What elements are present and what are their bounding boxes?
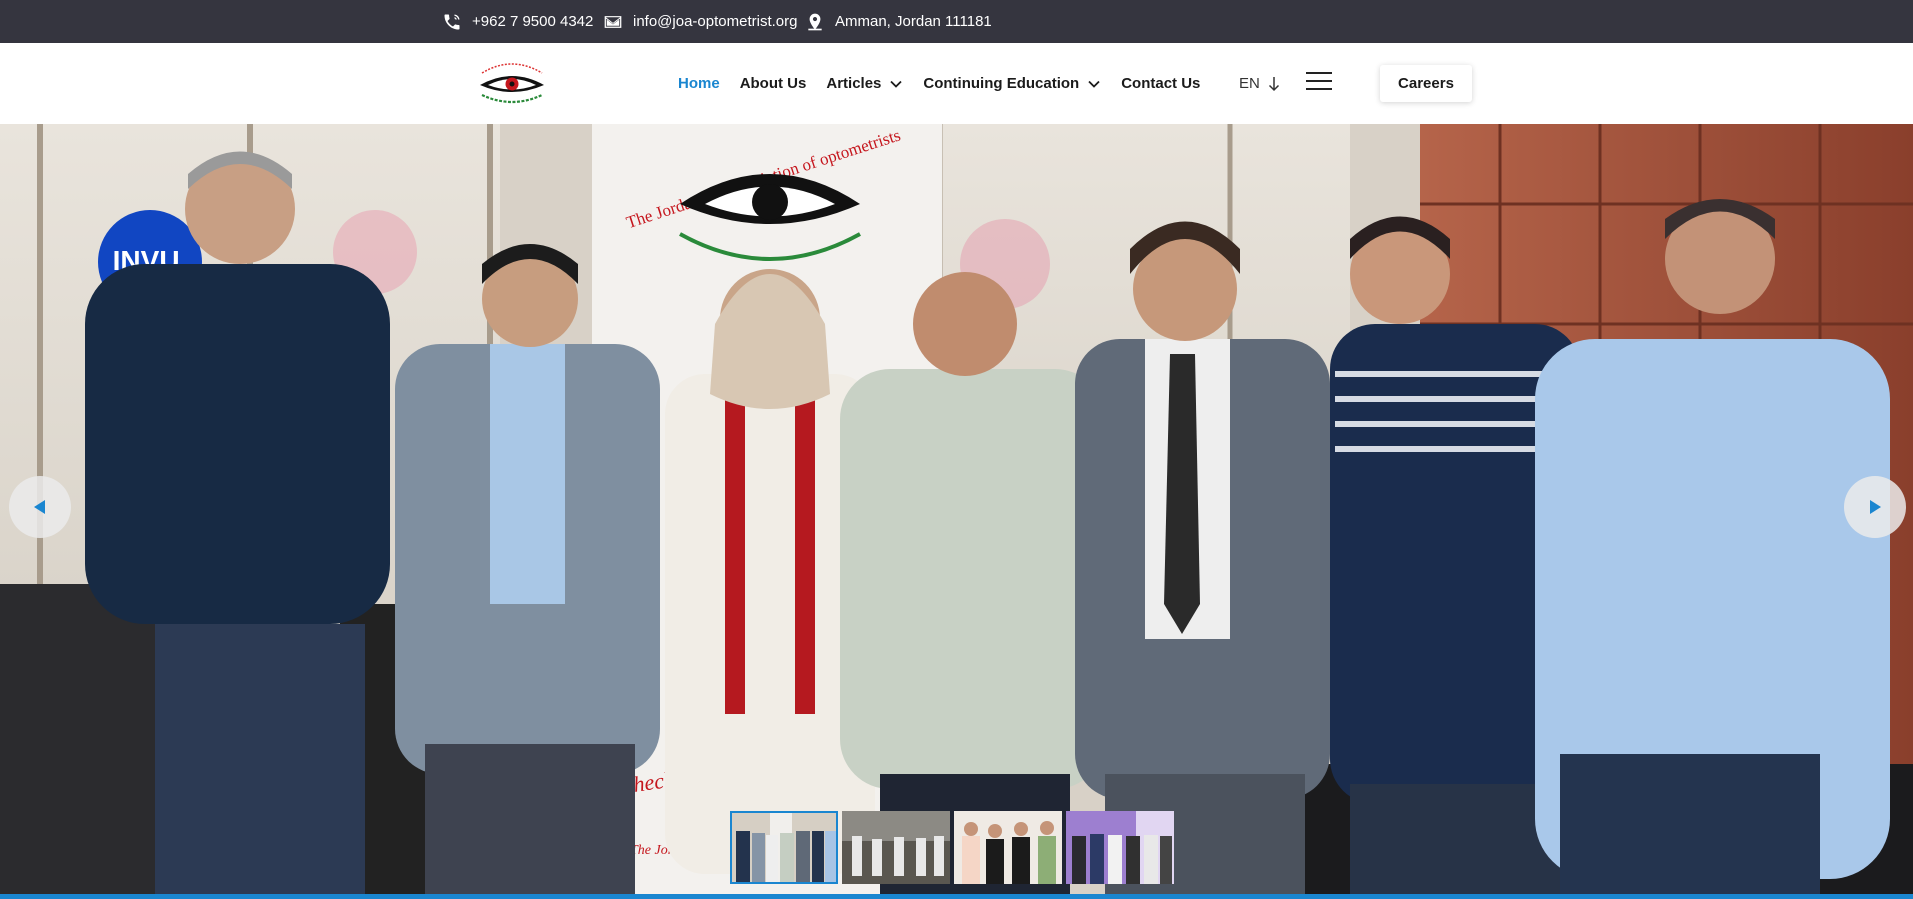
arrow-down-icon (1268, 76, 1279, 91)
email-text: info@joa-optometrist.org (633, 13, 798, 30)
nav-continuing-education[interactable]: Continuing Education (923, 75, 1101, 92)
site-logo[interactable] (474, 59, 550, 107)
location-text: Amman, Jordan 111181 (835, 13, 992, 30)
site-header: Home About Us Articles Continuing Educat… (0, 43, 1913, 124)
phone-icon (444, 14, 460, 29)
thumbnail-image (842, 811, 950, 884)
hero-slider: INVU. The Jordanian Association of optom… (0, 124, 1913, 894)
top-contact-bar: +962 7 9500 4342 info@joa-optometrist.or… (0, 0, 1913, 43)
hamburger-menu-icon[interactable] (1306, 72, 1332, 92)
slider-prev-button[interactable] (9, 476, 71, 538)
thumbnail-image (954, 811, 1062, 884)
contact-email[interactable]: info@joa-optometrist.org (603, 0, 797, 43)
nav-articles[interactable]: Articles (826, 75, 903, 92)
chevron-down-icon (1088, 80, 1100, 88)
nav-about[interactable]: About Us (740, 75, 807, 92)
slider-thumbnail[interactable] (842, 811, 950, 884)
phone-text: +962 7 9500 4342 (472, 13, 594, 30)
slider-thumbnail[interactable] (1066, 811, 1174, 884)
thumbnail-image (730, 811, 838, 884)
envelope-icon (604, 15, 622, 28)
triangle-left-icon (34, 500, 45, 514)
careers-button[interactable]: Careers (1380, 65, 1472, 102)
slider-thumbnail[interactable] (730, 811, 838, 884)
slider-thumbnail[interactable] (954, 811, 1062, 884)
contact-location[interactable]: Amman, Jordan 111181 (805, 0, 992, 43)
thumbnail-image (1066, 811, 1174, 884)
chevron-down-icon (890, 80, 903, 88)
language-switcher[interactable]: EN (1239, 43, 1281, 124)
location-pin-icon (808, 13, 822, 30)
slider-thumbnails (730, 811, 1178, 884)
triangle-right-icon (1870, 500, 1881, 514)
accent-bottom-border (0, 894, 1913, 899)
nav-contact[interactable]: Contact Us (1121, 75, 1200, 92)
hero-slide-image: INVU. The Jordanian Association of optom… (0, 124, 1913, 894)
nav-home[interactable]: Home (678, 75, 720, 92)
contact-phone[interactable]: +962 7 9500 4342 (442, 0, 593, 43)
slider-next-button[interactable] (1844, 476, 1906, 538)
main-navigation: Home About Us Articles Continuing Educat… (678, 43, 1220, 124)
